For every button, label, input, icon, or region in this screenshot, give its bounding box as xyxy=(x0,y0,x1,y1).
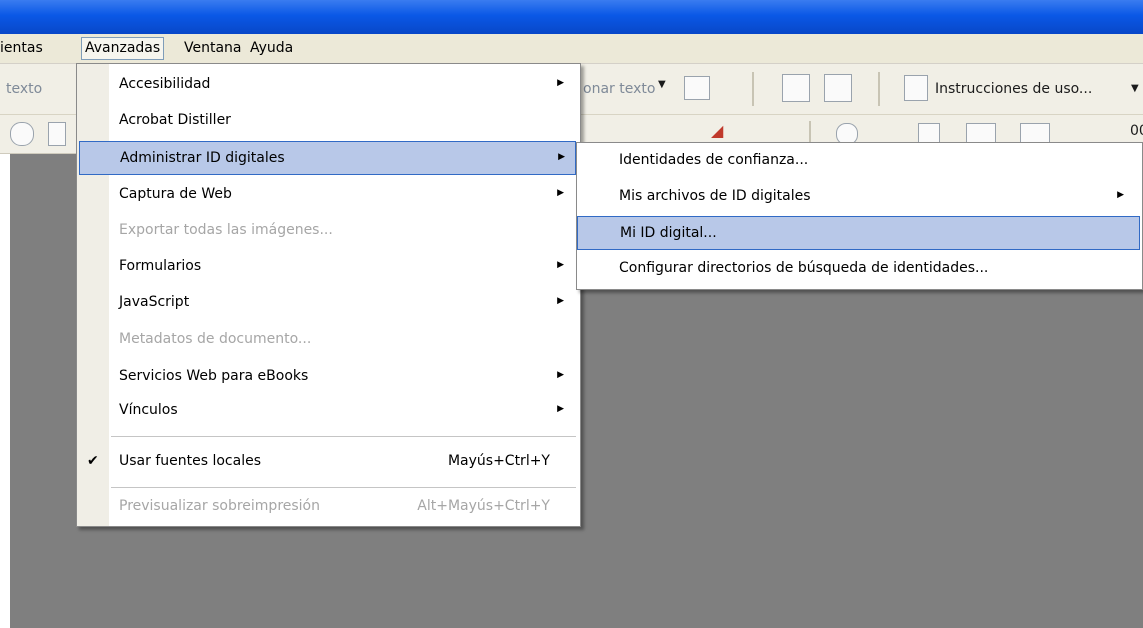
chevron-down-icon[interactable]: ▼ xyxy=(1131,83,1139,94)
menu-item-captura-de-web[interactable]: Captura de Web ▶ xyxy=(77,178,578,212)
snapshot-icon[interactable] xyxy=(684,76,710,100)
submenu-administrar-id-digitales: Identidades de confianza... Mis archivos… xyxy=(576,142,1143,290)
menu-separator xyxy=(111,487,576,488)
submenu-arrow-icon: ▶ xyxy=(557,404,564,414)
menu-item-label: Administrar ID digitales xyxy=(120,150,285,166)
toolbar-snapshot-text[interactable]: onar texto xyxy=(583,81,655,97)
menu-item-metadatos: Metadatos de documento... xyxy=(77,323,578,357)
submenu-arrow-icon: ▶ xyxy=(557,296,564,306)
page-icon[interactable] xyxy=(782,74,810,102)
toolbar-separator xyxy=(752,72,754,106)
menu-item-label: Acrobat Distiller xyxy=(119,112,231,128)
menu-item-label: Formularios xyxy=(119,258,202,274)
list-icon[interactable] xyxy=(904,75,928,101)
rotate-icon[interactable] xyxy=(824,74,852,102)
menu-item-label: Mi ID digital... xyxy=(620,225,717,241)
hand-icon[interactable] xyxy=(48,122,66,146)
menubar-item-ayuda[interactable]: Ayuda xyxy=(247,38,296,59)
menu-item-label: Configurar directorios de búsqueda de id… xyxy=(619,260,989,276)
submenu-item-identidades-confianza[interactable]: Identidades de confianza... xyxy=(577,144,1140,178)
menu-item-vinculos[interactable]: Vínculos ▶ xyxy=(77,394,578,428)
submenu-arrow-icon: ▶ xyxy=(558,152,565,162)
menu-item-label: Previsualizar sobreimpresión xyxy=(119,498,320,514)
menu-item-label: Accesibilidad xyxy=(119,76,211,92)
menu-item-label: Metadatos de documento... xyxy=(119,331,312,347)
submenu-arrow-icon: ▶ xyxy=(557,78,564,88)
menu-item-servicios-web-ebooks[interactable]: Servicios Web para eBooks ▶ xyxy=(77,360,578,394)
menu-separator xyxy=(111,436,576,437)
submenu-arrow-icon: ▶ xyxy=(1117,190,1124,200)
submenu-item-configurar-directorios[interactable]: Configurar directorios de búsqueda de id… xyxy=(577,252,1140,286)
menu-item-javascript[interactable]: JavaScript ▶ xyxy=(77,286,578,320)
menu-item-accesibilidad[interactable]: Accesibilidad ▶ xyxy=(77,68,578,102)
menu-item-label: JavaScript xyxy=(119,294,190,310)
checkmark-icon: ✔ xyxy=(87,453,99,469)
submenu-item-mis-archivos-id[interactable]: Mis archivos de ID digitales ▶ xyxy=(577,180,1140,214)
menu-item-label: Identidades de confianza... xyxy=(619,152,809,168)
menu-item-acrobat-distiller[interactable]: Acrobat Distiller xyxy=(77,104,578,138)
submenu-item-mi-id-digital[interactable]: Mi ID digital... xyxy=(577,216,1140,250)
menu-item-label: Mis archivos de ID digitales xyxy=(619,188,811,204)
menubar-item-avanzadas[interactable]: Avanzadas xyxy=(81,37,165,60)
menu-item-shortcut: Alt+Mayús+Ctrl+Y xyxy=(417,498,550,514)
submenu-arrow-icon: ▶ xyxy=(557,188,564,198)
chevron-down-icon[interactable]: ▼ xyxy=(658,79,666,90)
menu-item-formularios[interactable]: Formularios ▶ xyxy=(77,250,578,284)
menu-item-label: Servicios Web para eBooks xyxy=(119,368,309,384)
submenu-arrow-icon: ▶ xyxy=(557,260,564,270)
menu-item-administrar-id-digitales[interactable]: Administrar ID digitales ▶ xyxy=(79,141,576,175)
menu-item-usar-fuentes-locales[interactable]: ✔ Usar fuentes locales Mayús+Ctrl+Y xyxy=(77,445,578,479)
menu-item-shortcut: Mayús+Ctrl+Y xyxy=(447,453,550,469)
menu-item-label: Captura de Web xyxy=(119,186,232,202)
left-panel-edge xyxy=(0,154,10,628)
menu-item-label: Vínculos xyxy=(119,402,178,418)
menu-item-previsualizar-sobreimpresion: Previsualizar sobreimpresión Alt+Mayús+C… xyxy=(77,490,578,524)
menu-item-label: Usar fuentes locales xyxy=(119,453,261,469)
title-bar xyxy=(0,0,1143,34)
zoom-level[interactable]: 00 xyxy=(1130,123,1143,139)
pencil-icon[interactable]: ◢ xyxy=(711,121,723,140)
print-icon[interactable] xyxy=(10,122,34,146)
menubar-item-ventana[interactable]: Ventana xyxy=(181,38,245,59)
toolbar-select-text[interactable]: texto xyxy=(6,81,42,97)
menu-avanzadas: Accesibilidad ▶ Acrobat Distiller Admini… xyxy=(76,63,581,527)
menu-item-exportar-imagenes: Exportar todas las imágenes... xyxy=(77,214,578,248)
menu-item-label: Exportar todas las imágenes... xyxy=(119,222,333,238)
toolbar-separator xyxy=(878,72,880,106)
submenu-arrow-icon: ▶ xyxy=(557,370,564,380)
instructions-button[interactable]: Instrucciones de uso... xyxy=(935,81,1092,97)
menu-bar: ientas Avanzadas Ventana Ayuda xyxy=(0,34,1143,64)
menubar-item-herramientas[interactable]: ientas xyxy=(0,38,46,59)
